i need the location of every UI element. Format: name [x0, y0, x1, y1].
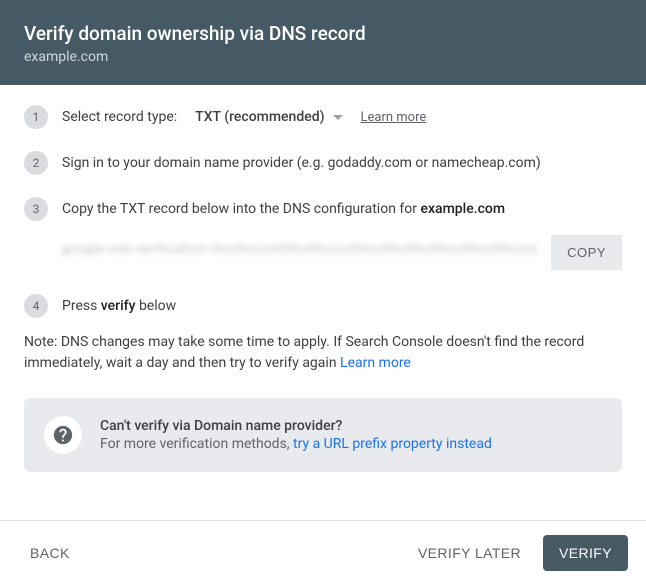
step-3: 3 Copy the TXT record below into the DNS… [24, 197, 622, 221]
back-button[interactable]: BACK [18, 537, 82, 569]
url-prefix-link[interactable]: try a URL prefix property instead [293, 436, 492, 452]
step-1-label: Select record type: [62, 109, 177, 125]
step-number: 3 [24, 197, 48, 221]
step-number: 1 [24, 105, 48, 129]
learn-more-link[interactable]: Learn more [361, 110, 427, 125]
txt-record-row: google-site-verification=XxxXxxxxXXXxXXx… [62, 235, 622, 270]
alternative-title: Can't verify via Domain name provider? [100, 418, 492, 434]
verify-later-button[interactable]: VERIFY LATER [406, 537, 533, 569]
dialog-header: Verify domain ownership via DNS record e… [0, 0, 646, 85]
record-type-value: TXT (recommended) [195, 109, 324, 125]
step-number: 4 [24, 294, 48, 318]
step-4-text: Press verify below [62, 298, 176, 314]
alternative-subtitle: For more verification methods, try a URL… [100, 436, 492, 452]
verify-button[interactable]: VERIFY [543, 535, 628, 571]
alternative-box: Can't verify via Domain name provider? F… [24, 398, 622, 472]
step-4: 4 Press verify below [24, 294, 622, 318]
chevron-down-icon [333, 115, 343, 120]
dialog-title: Verify domain ownership via DNS record [24, 22, 622, 45]
note-learn-more-link[interactable]: Learn more [340, 355, 411, 371]
dialog-footer: BACK VERIFY LATER VERIFY [0, 520, 646, 585]
help-icon [44, 416, 82, 454]
step-number: 2 [24, 151, 48, 175]
dialog-subtitle: example.com [24, 49, 622, 65]
copy-button[interactable]: COPY [551, 235, 622, 270]
txt-record-value[interactable]: google-site-verification=XxxXxxxxXXXxXXx… [62, 242, 541, 264]
step-2: 2 Sign in to your domain name provider (… [24, 151, 622, 175]
dialog-content: 1 Select record type: TXT (recommended) … [0, 85, 646, 482]
dns-note: Note: DNS changes may take some time to … [24, 332, 622, 374]
record-type-select[interactable]: TXT (recommended) [195, 109, 342, 125]
step-3-text: Copy the TXT record below into the DNS c… [62, 201, 505, 217]
step-1: 1 Select record type: TXT (recommended) … [24, 105, 622, 129]
step-2-text: Sign in to your domain name provider (e.… [62, 155, 541, 171]
